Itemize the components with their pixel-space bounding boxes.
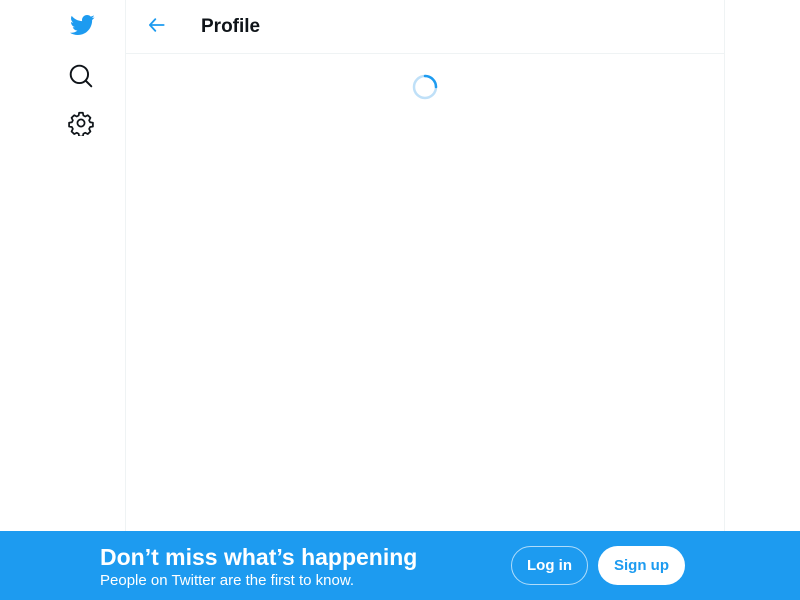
- twitter-bird-icon: [67, 12, 97, 43]
- main-column: Profile: [125, 0, 725, 600]
- back-button[interactable]: [140, 10, 174, 44]
- arrow-left-icon: [147, 15, 167, 40]
- login-button[interactable]: Log in: [511, 546, 588, 585]
- settings-button[interactable]: [61, 105, 101, 145]
- explore-button[interactable]: [61, 58, 101, 98]
- sidebar: [0, 0, 125, 600]
- page: Profile Don’t miss what’s happening Peop…: [0, 0, 800, 600]
- profile-header: Profile: [126, 0, 724, 54]
- twitter-logo-button[interactable]: [62, 7, 102, 47]
- search-icon: [68, 63, 94, 94]
- prompt-subtext: People on Twitter are the first to know.: [100, 572, 355, 589]
- prompt-headline: Don’t miss what’s happening: [100, 544, 418, 570]
- loading-spinner-icon: [412, 74, 438, 100]
- page-title: Profile: [201, 16, 261, 37]
- gear-icon: [68, 110, 94, 141]
- signup-button[interactable]: Sign up: [598, 546, 685, 585]
- signup-prompt-bar: Don’t miss what’s happening People on Tw…: [0, 531, 800, 600]
